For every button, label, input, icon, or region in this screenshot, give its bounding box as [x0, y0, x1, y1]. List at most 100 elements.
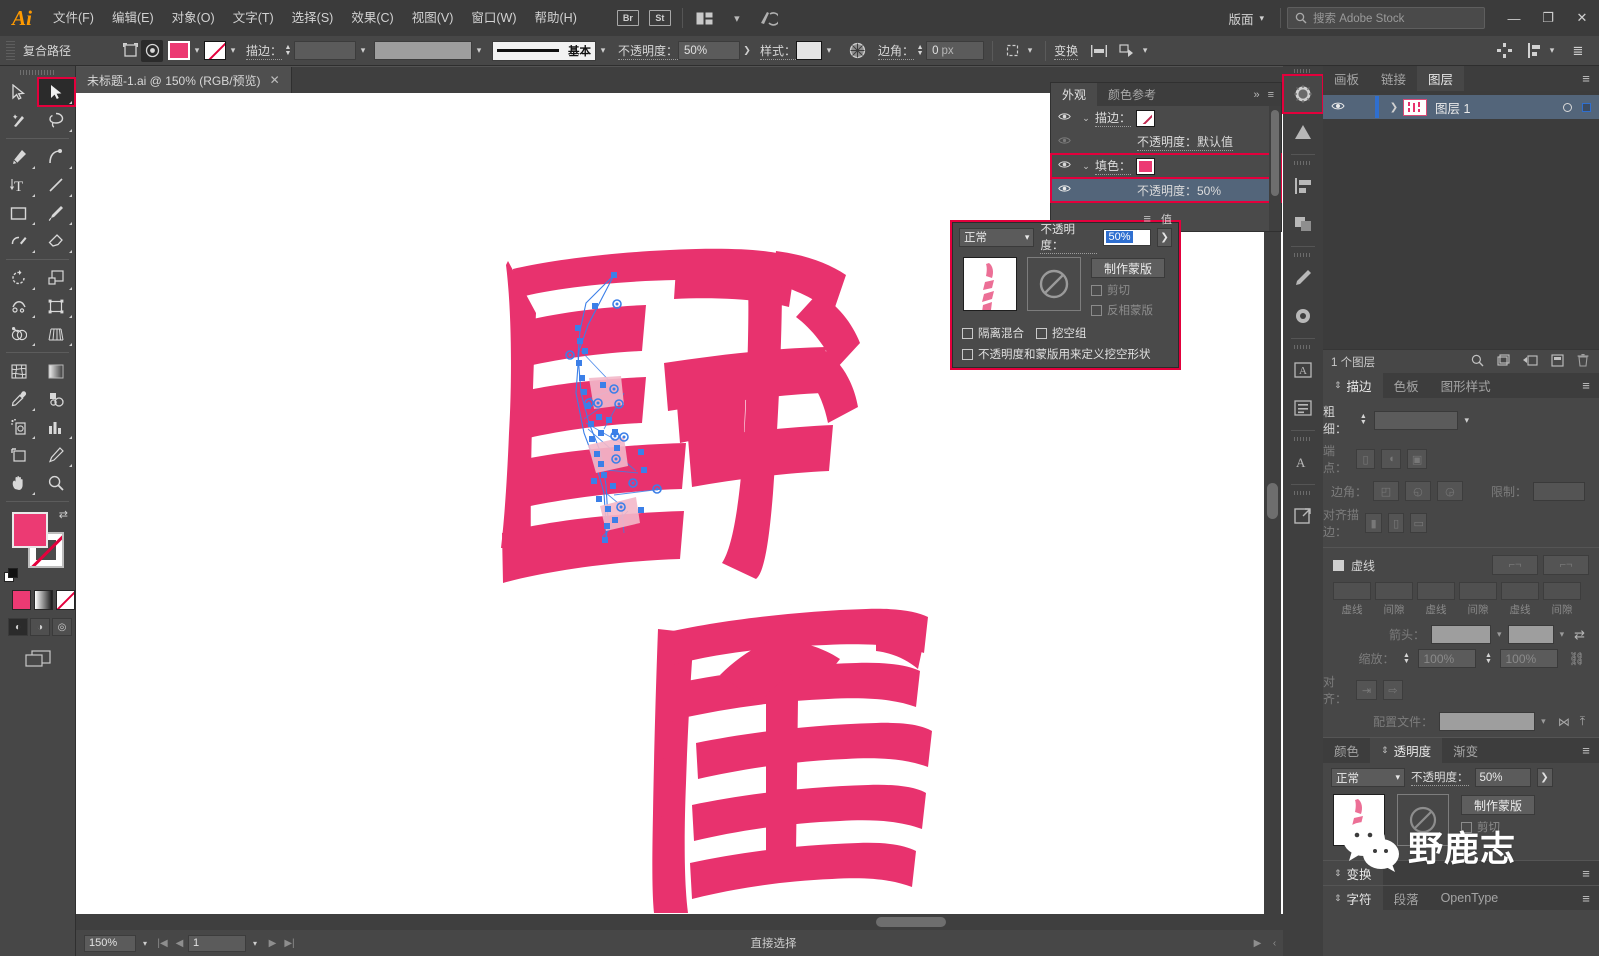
tab-opentype[interactable]: OpenType	[1430, 886, 1510, 910]
tools-panel-grip[interactable]	[0, 66, 75, 78]
canvas-horizontal-scrollbar[interactable]	[76, 914, 1283, 930]
chevron-down-icon[interactable]: ▾	[1541, 716, 1546, 727]
rail-grip-6[interactable]	[1283, 488, 1323, 497]
zoom-level-input[interactable]: 150%	[84, 934, 136, 952]
lasso-tool[interactable]	[38, 106, 76, 134]
panel-menu-icon[interactable]: ≡	[1573, 886, 1599, 910]
round-join-icon[interactable]: ◵	[1404, 481, 1431, 501]
locate-object-icon[interactable]	[1523, 354, 1538, 370]
new-layer-icon[interactable]	[1551, 353, 1564, 370]
panel-menu-icon[interactable]: ≡	[1573, 861, 1599, 885]
align-panel-chevron-down-icon[interactable]: ▾	[1545, 41, 1559, 61]
hand-tool[interactable]	[0, 469, 38, 497]
delete-layer-icon[interactable]	[1577, 353, 1589, 370]
direct-selection-tool[interactable]	[36, 77, 76, 107]
fill-chevron-down-icon[interactable]: ▾	[190, 41, 204, 61]
projecting-cap-icon[interactable]: ▣	[1407, 449, 1427, 469]
opentype-panel-icon[interactable]: A	[1283, 443, 1323, 481]
chevron-down-icon[interactable]: ▾	[1560, 629, 1565, 640]
stroke-weight-input[interactable]	[294, 41, 357, 60]
fill-opacity-label[interactable]: 不透明度：50%	[1137, 182, 1221, 199]
stroke-color-swatch[interactable]	[204, 41, 226, 60]
scale-end-input[interactable]: 100%	[1500, 649, 1559, 668]
arrowhead-end-select[interactable]	[1507, 625, 1554, 644]
paintbrush-tool[interactable]	[38, 199, 76, 227]
arrange-documents-icon[interactable]	[692, 8, 718, 28]
place-arrow-at-end-icon[interactable]: ⇨	[1382, 680, 1403, 700]
panel-menu-icon[interactable]: ≡	[1573, 738, 1599, 763]
stroke-weight-stepper[interactable]: ▲ ▼	[1358, 413, 1368, 426]
rail-grip-3[interactable]	[1283, 250, 1323, 259]
menu-help[interactable]: 帮助(H)	[526, 0, 586, 36]
visibility-eye-icon[interactable]	[1051, 136, 1077, 148]
dash-input-1[interactable]	[1333, 582, 1371, 600]
extend-arrow-beyond-end-icon[interactable]: ⇥	[1356, 680, 1377, 700]
align-panel-icon[interactable]	[1283, 167, 1323, 205]
knockout-group-row[interactable]: 挖空组	[1036, 325, 1087, 341]
draw-inside-icon[interactable]: ◎	[52, 618, 72, 636]
target-indicator-icon[interactable]	[141, 39, 163, 62]
stroke-weight-input[interactable]	[1374, 410, 1459, 430]
brush-chevron-down-icon[interactable]: ▾	[596, 41, 610, 61]
dash-align-corners-icon[interactable]: ⌐¬	[1543, 555, 1589, 575]
scale-start-input[interactable]: 100%	[1418, 649, 1477, 668]
panel-menu-icon[interactable]: ≡	[1573, 373, 1599, 398]
tab-character[interactable]: ⇕ 字符	[1323, 886, 1383, 910]
menu-window[interactable]: 窗口(W)	[462, 0, 525, 36]
align-outside-stroke-icon[interactable]: ▭	[1410, 513, 1427, 533]
visibility-eye-icon[interactable]	[1051, 160, 1077, 172]
link-scales-icon[interactable]: ⛓	[1564, 651, 1585, 667]
draw-behind-icon[interactable]: ◑	[30, 618, 50, 636]
opacity-input[interactable]: 50%	[1474, 768, 1531, 787]
menu-view[interactable]: 视图(V)	[403, 0, 463, 36]
expand-chevron-icon[interactable]: ⌄	[1077, 113, 1095, 124]
menu-file[interactable]: 文件(F)	[44, 0, 103, 36]
fill-color-control[interactable]	[12, 512, 48, 548]
control-bar-grip[interactable]	[6, 40, 15, 61]
last-artboard-button[interactable]: ▶|	[281, 938, 298, 949]
appearance-fill-row[interactable]: ⌄ 填色：	[1050, 153, 1282, 179]
visibility-eye-icon[interactable]	[1051, 112, 1077, 124]
tab-color-guide[interactable]: 颜色参考	[1097, 83, 1167, 106]
close-icon[interactable]: ✕	[270, 73, 280, 87]
butt-cap-icon[interactable]: ▯	[1355, 449, 1376, 469]
chevron-down-icon[interactable]: ▾	[724, 8, 750, 28]
eraser-tool[interactable]	[38, 227, 76, 255]
stock-search-input[interactable]: 搜索 Adobe Stock	[1287, 7, 1485, 29]
fill-attribute-swatch[interactable]	[1136, 157, 1156, 175]
color-guide-panel-icon[interactable]	[1283, 113, 1323, 151]
bevel-join-icon[interactable]: ◶	[1436, 481, 1463, 501]
rail-grip[interactable]	[1283, 66, 1323, 75]
width-profile-select[interactable]	[1439, 712, 1536, 731]
isolate-selected-object-icon[interactable]	[119, 40, 141, 62]
tab-gradient[interactable]: 渐变	[1442, 738, 1489, 763]
maximize-button[interactable]: ❐	[1531, 3, 1565, 33]
graphic-style-swatch[interactable]	[796, 41, 823, 60]
stock-icon[interactable]: St	[647, 8, 673, 28]
gradient-tool[interactable]	[38, 357, 76, 385]
artwork-thumbnail[interactable]	[963, 257, 1017, 311]
fill-color-swatch[interactable]	[168, 41, 190, 60]
type-tool[interactable]: T	[0, 171, 38, 199]
shape-builder-tool[interactable]	[0, 320, 38, 348]
shaper-tool[interactable]	[0, 227, 38, 255]
zoom-tool[interactable]	[38, 469, 76, 497]
none-button[interactable]	[56, 590, 75, 610]
isolate-blending-row[interactable]: 隔离混合	[962, 325, 1024, 341]
artboard-number-input[interactable]: 1	[188, 934, 246, 952]
collapse-panel-icon[interactable]: »	[1253, 89, 1259, 101]
stroke-chevron-down-icon[interactable]: ▾	[226, 41, 240, 61]
stroke-attribute-swatch[interactable]	[1136, 109, 1156, 127]
blend-mode-select[interactable]: 正常 ▾	[1331, 768, 1405, 787]
stroke-opacity-label[interactable]: 不透明度：默认值	[1137, 133, 1234, 151]
free-transform-tool[interactable]	[38, 292, 76, 320]
screen-mode-button[interactable]	[0, 636, 75, 668]
perspective-grid-tool[interactable]	[38, 320, 76, 348]
symbol-sprayer-tool[interactable]	[0, 413, 38, 441]
gap-input-3[interactable]	[1543, 582, 1581, 600]
align-center-stroke-icon[interactable]: ▮	[1365, 513, 1382, 533]
invert-mask-checkbox[interactable]	[1091, 304, 1102, 316]
visibility-eye-icon[interactable]	[1051, 184, 1077, 196]
tab-stroke[interactable]: ⇕ 描边	[1323, 373, 1383, 398]
tab-swatches[interactable]: 色板	[1383, 373, 1430, 398]
